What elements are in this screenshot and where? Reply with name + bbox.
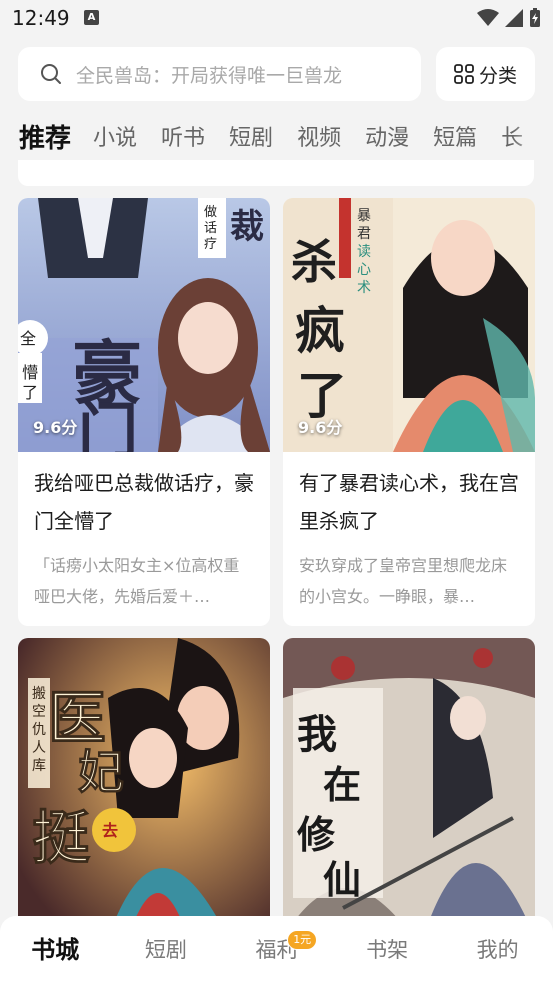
svg-text:疯: 疯 bbox=[295, 301, 345, 360]
svg-text:我: 我 bbox=[297, 711, 337, 758]
svg-text:话: 话 bbox=[204, 221, 217, 236]
svg-text:裁: 裁 bbox=[230, 207, 264, 247]
svg-text:挺: 挺 bbox=[32, 804, 90, 872]
search-icon bbox=[41, 64, 61, 84]
category-label: 分类 bbox=[478, 64, 517, 87]
nav-bookstore[interactable]: 书城 bbox=[0, 916, 111, 984]
bottom-navigation: 书城 短剧 福利 1元 书架 我的 bbox=[0, 916, 553, 984]
signal-icon bbox=[505, 9, 523, 27]
svg-text:仇: 仇 bbox=[32, 722, 46, 738]
book-card[interactable]: 医 妃 挺 搬 空 仇 人 库 去 bbox=[18, 638, 270, 938]
tab-anime[interactable]: 动漫 bbox=[365, 120, 409, 152]
tab-fade bbox=[513, 112, 553, 160]
search-input[interactable]: 全民兽岛：开局获得唯一巨兽龙 bbox=[18, 47, 421, 101]
svg-text:疗: 疗 bbox=[204, 237, 217, 252]
search-placeholder: 全民兽岛：开局获得唯一巨兽龙 bbox=[76, 64, 343, 87]
svg-text:心: 心 bbox=[357, 262, 371, 278]
book-description: 「话痨小太阳女主×位高权重哑巴大佬，先婚后爱＋… bbox=[34, 556, 240, 606]
tab-audiobook[interactable]: 听书 bbox=[161, 120, 205, 152]
svg-text:术: 术 bbox=[357, 280, 371, 296]
tab-novel[interactable]: 小说 bbox=[93, 120, 137, 152]
svg-text:门: 门 bbox=[78, 397, 138, 452]
book-description: 安玖穿成了皇帝宫里想爬龙床的小宫女。一睁眼，暴… bbox=[299, 556, 508, 606]
status-bar: 12:49 A bbox=[0, 0, 553, 38]
status-time: 12:49 bbox=[12, 6, 70, 30]
wifi-icon bbox=[477, 9, 499, 26]
svg-text:仙: 仙 bbox=[323, 857, 361, 902]
svg-text:懵: 懵 bbox=[22, 363, 38, 382]
svg-text:妃: 妃 bbox=[78, 745, 124, 799]
svg-text:搬: 搬 bbox=[32, 686, 46, 702]
svg-text:去: 去 bbox=[102, 821, 118, 840]
nav-welfare[interactable]: 福利 1元 bbox=[221, 916, 332, 984]
svg-text:暴: 暴 bbox=[357, 208, 371, 224]
grid-icon bbox=[454, 64, 474, 84]
welfare-badge: 1元 bbox=[287, 930, 318, 950]
book-title: 我给哑巴总裁做话疗，豪门全懵了 bbox=[34, 471, 254, 533]
channel-tabs: 推荐 小说 听书 短剧 视频 动漫 短篇 长 bbox=[0, 112, 553, 160]
tab-short-drama[interactable]: 短剧 bbox=[229, 120, 273, 152]
tab-recommend[interactable]: 推荐 bbox=[19, 118, 71, 155]
category-button[interactable]: 分类 bbox=[436, 47, 535, 101]
battery-icon bbox=[530, 8, 540, 27]
svg-text:全: 全 bbox=[20, 329, 36, 348]
svg-text:修: 修 bbox=[297, 812, 336, 857]
book-card[interactable]: 我 在 修 仙 bbox=[283, 638, 535, 938]
book-cover: 医 妃 挺 搬 空 仇 人 库 去 bbox=[18, 638, 270, 938]
previous-card-edge[interactable] bbox=[18, 160, 534, 186]
book-score: 9.6分 bbox=[33, 418, 78, 437]
svg-text:库: 库 bbox=[32, 758, 46, 774]
svg-text:君: 君 bbox=[357, 226, 371, 242]
notification-icon: A bbox=[84, 10, 99, 25]
nav-bookshelf[interactable]: 书架 bbox=[332, 916, 443, 984]
status-icons bbox=[477, 8, 541, 28]
svg-text:人: 人 bbox=[32, 740, 46, 756]
book-score: 9.6分 bbox=[298, 418, 343, 437]
svg-text:了: 了 bbox=[22, 383, 38, 402]
svg-text:空: 空 bbox=[32, 704, 46, 720]
svg-text:在: 在 bbox=[323, 762, 361, 807]
svg-text:医: 医 bbox=[48, 684, 106, 752]
tab-short-story[interactable]: 短篇 bbox=[433, 120, 477, 152]
book-card[interactable]: 豪 门 全 懵 了 做 话 疗 裁 9.6分 我给哑巴总裁做话疗，豪门全懵了 「… bbox=[18, 198, 270, 626]
book-cover: 杀 疯 了 暴 君 读 心 术 9.6分 bbox=[283, 198, 535, 452]
nav-short-drama[interactable]: 短剧 bbox=[111, 916, 222, 984]
svg-text:做: 做 bbox=[204, 205, 217, 220]
nav-profile[interactable]: 我的 bbox=[442, 916, 553, 984]
svg-text:读: 读 bbox=[357, 243, 371, 260]
svg-text:杀: 杀 bbox=[291, 235, 337, 289]
book-title: 有了暴君读心术，我在宫里杀疯了 bbox=[299, 471, 519, 533]
book-cover: 我 在 修 仙 bbox=[283, 638, 535, 938]
tab-video[interactable]: 视频 bbox=[297, 120, 341, 152]
book-cover: 豪 门 全 懵 了 做 话 疗 裁 9.6分 bbox=[18, 198, 270, 452]
book-card[interactable]: 杀 疯 了 暴 君 读 心 术 9.6分 有了暴君读心术，我在宫里杀疯了 安玖穿… bbox=[283, 198, 535, 626]
